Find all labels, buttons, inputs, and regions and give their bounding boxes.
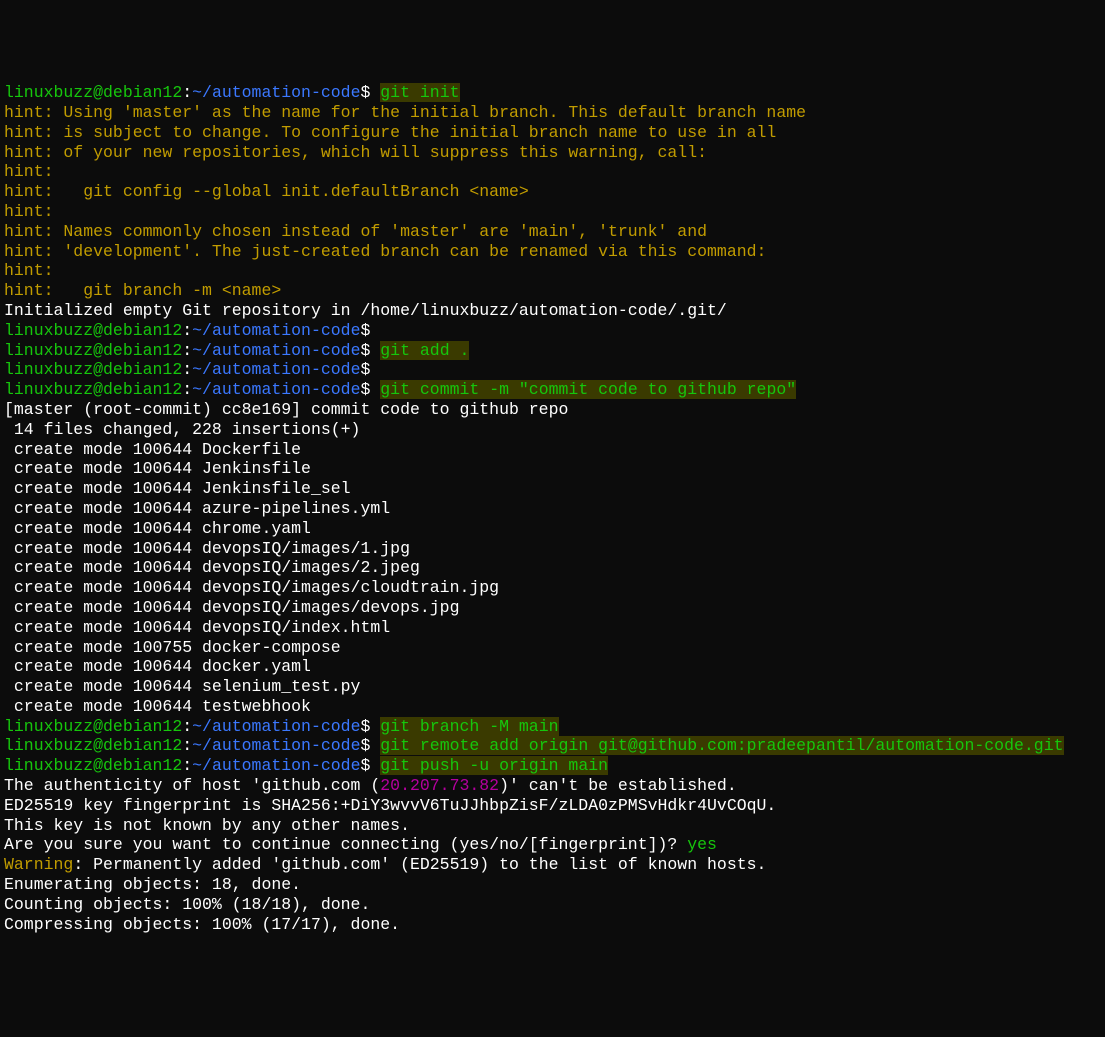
commit-stats: 14 files changed, 228 insertions(+) (4, 420, 1101, 440)
create-file: create mode 100644 devopsIQ/images/1.jpg (4, 539, 1101, 559)
push-enum: Enumerating objects: 18, done. (4, 875, 1101, 895)
create-file: create mode 100644 devopsIQ/images/cloud… (4, 578, 1101, 598)
warning-label: Warning (4, 855, 73, 874)
cmd-git-init: git init (380, 83, 459, 102)
ssh-warning-line: Warning: Permanently added 'github.com' … (4, 855, 1101, 875)
create-file: create mode 100644 azure-pipelines.yml (4, 499, 1101, 519)
hint-line: hint: git config --global init.defaultBr… (4, 182, 1101, 202)
hint-line: hint: (4, 261, 1101, 281)
hint-line: hint: git branch -m <name> (4, 281, 1101, 301)
prompt-user: linuxbuzz@debian12 (4, 83, 182, 102)
hint-line: hint: (4, 202, 1101, 222)
push-count: Counting objects: 100% (18/18), done. (4, 895, 1101, 915)
hint-line: hint: (4, 162, 1101, 182)
prompt-line: linuxbuzz@debian12:~/automation-code$ gi… (4, 717, 1101, 737)
create-file: create mode 100644 testwebhook (4, 697, 1101, 717)
ssh-fingerprint: ED25519 key fingerprint is SHA256:+DiY3w… (4, 796, 1101, 816)
cmd-git-remote: git remote add origin git@github.com:pra… (380, 736, 1063, 755)
ssh-unknown: This key is not known by any other names… (4, 816, 1101, 836)
create-file: create mode 100644 devopsIQ/images/2.jpe… (4, 558, 1101, 578)
cmd-git-branch: git branch -M main (380, 717, 558, 736)
prompt-line: linuxbuzz@debian12:~/automation-code$ gi… (4, 380, 1101, 400)
create-file: create mode 100644 chrome.yaml (4, 519, 1101, 539)
terminal-output[interactable]: linuxbuzz@debian12:~/automation-code$ gi… (4, 83, 1101, 934)
create-file: create mode 100644 devopsIQ/images/devop… (4, 598, 1101, 618)
create-file: create mode 100644 Jenkinsfile (4, 459, 1101, 479)
ssh-yes-input[interactable]: yes (687, 835, 717, 854)
init-message: Initialized empty Git repository in /hom… (4, 301, 1101, 321)
create-file: create mode 100644 selenium_test.py (4, 677, 1101, 697)
prompt-line: linuxbuzz@debian12:~/automation-code$ gi… (4, 756, 1101, 776)
ssh-auth-line: The authenticity of host 'github.com (20… (4, 776, 1101, 796)
hint-line: hint: 'development'. The just-created br… (4, 242, 1101, 262)
commit-header: [master (root-commit) cc8e169] commit co… (4, 400, 1101, 420)
prompt-line: linuxbuzz@debian12:~/automation-code$ (4, 360, 1101, 380)
ip-address: 20.207.73.82 (380, 776, 499, 795)
create-file: create mode 100755 docker-compose (4, 638, 1101, 658)
create-file: create mode 100644 Jenkinsfile_sel (4, 479, 1101, 499)
cmd-git-add: git add . (380, 341, 469, 360)
prompt-path: ~/automation-code (192, 83, 360, 102)
prompt-line: linuxbuzz@debian12:~/automation-code$ gi… (4, 736, 1101, 756)
push-compress: Compressing objects: 100% (17/17), done. (4, 915, 1101, 935)
hint-line: hint: of your new repositories, which wi… (4, 143, 1101, 163)
prompt-line: linuxbuzz@debian12:~/automation-code$ gi… (4, 83, 1101, 103)
prompt-line: linuxbuzz@debian12:~/automation-code$ gi… (4, 341, 1101, 361)
create-file: create mode 100644 Dockerfile (4, 440, 1101, 460)
cmd-git-commit: git commit -m "commit code to github rep… (380, 380, 796, 399)
create-file: create mode 100644 docker.yaml (4, 657, 1101, 677)
create-file: create mode 100644 devopsIQ/index.html (4, 618, 1101, 638)
prompt-line: linuxbuzz@debian12:~/automation-code$ (4, 321, 1101, 341)
hint-line: hint: Using 'master' as the name for the… (4, 103, 1101, 123)
ssh-question-line: Are you sure you want to continue connec… (4, 835, 1101, 855)
hint-line: hint: is subject to change. To configure… (4, 123, 1101, 143)
hint-line: hint: Names commonly chosen instead of '… (4, 222, 1101, 242)
cmd-git-push: git push -u origin main (380, 756, 608, 775)
